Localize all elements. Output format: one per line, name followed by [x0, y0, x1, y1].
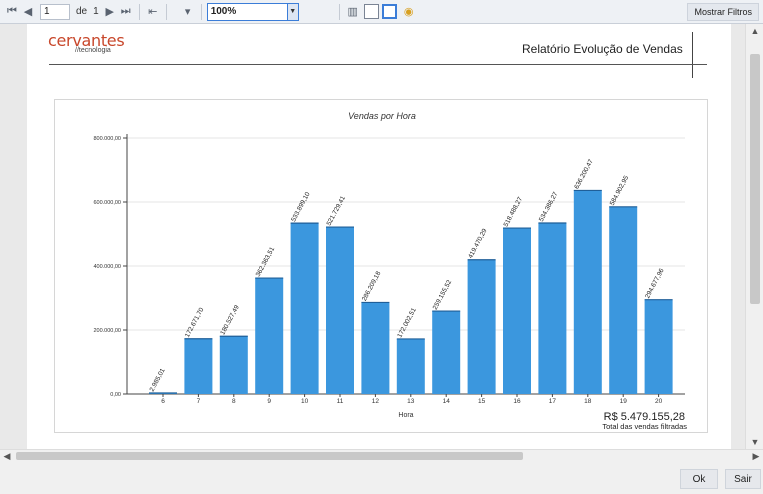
page-number-input[interactable]: 1 — [40, 3, 70, 20]
bar — [290, 223, 319, 394]
x-tick-label: 17 — [549, 398, 557, 405]
bar — [326, 227, 354, 394]
x-tick-label: 18 — [584, 398, 592, 405]
bar-value-label: 172.671,70 — [184, 306, 206, 338]
vertical-scrollbar[interactable]: ▲ ▼ — [745, 24, 763, 449]
dialog-footer: Ok Sair — [0, 461, 763, 494]
prev-page-icon[interactable]: ◀ — [20, 4, 36, 20]
show-filters-button[interactable]: Mostrar Filtros — [687, 3, 759, 21]
next-page-icon[interactable]: ▶ — [102, 4, 118, 20]
exit-button[interactable]: Sair — [725, 469, 761, 489]
sales-chart-panel: Vendas por Hora 0,00 200.000,00 400.000,00… — [54, 99, 708, 433]
bar — [573, 190, 602, 394]
report-toolbar: ⏮ ◀ 1 de 1 ▶ ⏭ ⇤ ▾ 100% ▼ ▥ ◉ Mostrar Fi… — [0, 0, 763, 24]
sales-by-hour-chart: Vendas por Hora 0,00 200.000,00 400.000,00… — [93, 111, 687, 431]
bar-value-label: 419.470,29 — [467, 227, 489, 259]
toolbar-divider — [165, 3, 167, 20]
y-tick-label: 600.000,00 — [93, 200, 121, 206]
x-tick-label: 9 — [267, 398, 271, 405]
total-caption: Total das vendas filtradas — [602, 422, 687, 431]
toolbar-divider — [338, 3, 340, 20]
toolbar-divider — [138, 3, 140, 20]
print-icon[interactable]: ▥ — [345, 4, 361, 20]
bar — [255, 278, 284, 394]
chart-title: Vendas por Hora — [348, 111, 416, 121]
x-tick-label: 11 — [337, 398, 344, 405]
bar — [609, 206, 638, 394]
bar-value-label: 294.677,96 — [644, 267, 666, 299]
vertical-scroll-thumb[interactable] — [750, 54, 760, 304]
of-label: de — [76, 6, 88, 17]
x-tick-label: 6 — [161, 398, 165, 405]
title-divider-horizontal — [49, 64, 707, 65]
report-title: Relatório Evolução de Vendas — [522, 42, 683, 56]
x-tick-label: 16 — [513, 398, 521, 405]
bar-value-label: 521.729,41 — [326, 195, 348, 227]
bar-value-label: 172.002,51 — [396, 307, 418, 339]
x-tick-label: 19 — [620, 398, 628, 405]
bar — [467, 259, 496, 394]
zoom-select[interactable]: 100% ▼ — [206, 2, 299, 21]
dropdown-arrow-icon[interactable]: ▾ — [180, 4, 196, 20]
x-tick-label: 12 — [372, 398, 380, 405]
y-tick-label: 200.000,00 — [93, 328, 121, 334]
horizontal-scroll-thumb[interactable] — [16, 452, 523, 460]
title-divider-vertical — [692, 32, 693, 78]
bar-value-label: 518.488,27 — [503, 196, 525, 228]
x-tick-label: 8 — [232, 398, 236, 405]
bar — [538, 222, 567, 394]
bar-value-label: 180.527,49 — [219, 304, 241, 336]
y-tick-label: 800.000,00 — [93, 136, 121, 142]
x-tick-label: 7 — [197, 398, 201, 405]
report-viewer[interactable]: cervantes //tecnologia Relatório Evoluçã… — [0, 24, 745, 449]
horizontal-scrollbar[interactable]: ◀ ▶ — [0, 449, 763, 461]
single-page-view-icon[interactable] — [363, 4, 379, 19]
first-page-icon[interactable]: ⏮ — [4, 4, 20, 20]
scroll-up-icon[interactable]: ▲ — [746, 24, 763, 38]
bar — [396, 338, 425, 394]
scroll-down-icon[interactable]: ▼ — [746, 435, 763, 449]
zoom-dropdown-icon[interactable]: ▼ — [286, 3, 298, 20]
bar — [432, 311, 461, 394]
bar-value-label: 533.899,10 — [290, 191, 312, 223]
y-tick-label: 0,00 — [110, 392, 121, 398]
total-pages: 1 — [93, 6, 99, 17]
bar-value-label: 636.200,47 — [573, 158, 595, 190]
zoom-value: 100% — [210, 6, 237, 17]
bar — [644, 299, 673, 394]
bar-value-label: 2.985,01 — [149, 367, 167, 393]
bar — [219, 336, 248, 394]
company-logo-subtitle: //tecnologia — [75, 47, 111, 54]
page-width-view-icon[interactable] — [381, 4, 397, 19]
back-icon[interactable]: ⇤ — [145, 4, 161, 20]
bar-value-label: 286.209,18 — [361, 270, 383, 302]
toolbar-divider — [200, 3, 202, 20]
x-tick-label: 20 — [655, 398, 663, 405]
x-tick-label: 13 — [407, 398, 415, 405]
x-tick-label: 10 — [301, 398, 309, 405]
eye-icon[interactable]: ◉ — [401, 4, 417, 20]
bar — [503, 228, 531, 394]
last-page-icon[interactable]: ⏭ — [118, 4, 134, 20]
bar — [361, 302, 390, 394]
x-axis-label: Hora — [398, 412, 413, 419]
bar-value-label: 534.386,27 — [538, 191, 560, 223]
ok-button[interactable]: Ok — [680, 469, 718, 489]
bar — [184, 338, 213, 394]
bar-value-label: 259.155,52 — [432, 279, 454, 311]
y-tick-label: 400.000,00 — [93, 264, 121, 270]
x-tick-label: 15 — [478, 398, 486, 405]
x-tick-label: 14 — [443, 398, 451, 405]
bar-value-label: 362.363,51 — [255, 246, 277, 278]
report-page: cervantes //tecnologia Relatório Evoluçã… — [27, 24, 731, 449]
